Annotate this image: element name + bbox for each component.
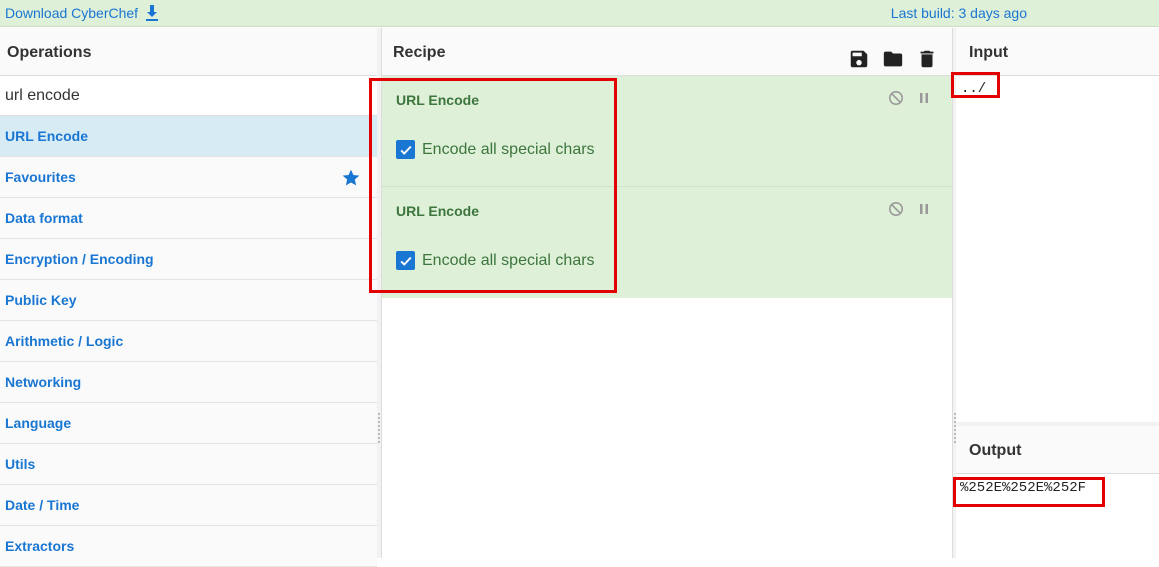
download-label[interactable]: Download CyberChef — [5, 5, 138, 21]
folder-icon[interactable] — [882, 41, 904, 67]
category-arithmetic-logic[interactable]: Arithmetic / Logic — [0, 321, 377, 362]
recipe-op-arg[interactable]: Encode all special chars — [396, 251, 595, 270]
category-favourites[interactable]: Favourites — [0, 157, 377, 198]
operations-title: Operations — [0, 28, 377, 76]
arg-label: Encode all special chars — [422, 251, 595, 269]
output-value[interactable]: %252E%252E%252F — [960, 480, 1086, 496]
operations-search-input[interactable] — [5, 86, 365, 105]
recipe-op-name: URL Encode — [396, 203, 479, 219]
recipe-op-arg[interactable]: Encode all special chars — [396, 140, 595, 159]
category-label[interactable]: Arithmetic / Logic — [5, 333, 123, 349]
category-label[interactable]: Favourites — [5, 169, 76, 185]
category-extractors[interactable]: Extractors — [0, 526, 377, 567]
pause-icon[interactable] — [916, 90, 932, 106]
input-title: Input — [956, 28, 1159, 76]
last-build-text: Last build: 3 days ago — [890, 5, 1027, 21]
pause-icon[interactable] — [916, 201, 932, 217]
category-data-format[interactable]: Data format — [0, 198, 377, 239]
op-item-url-encode[interactable]: URL Encode — [0, 116, 377, 157]
recipe-op-controls — [888, 201, 932, 217]
checkbox-checked-icon[interactable] — [396, 251, 415, 270]
recipe-op-name: URL Encode — [396, 92, 479, 108]
arg-label: Encode all special chars — [422, 140, 595, 158]
checkbox-checked-icon[interactable] — [396, 140, 415, 159]
category-utils[interactable]: Utils — [0, 444, 377, 485]
category-language[interactable]: Language — [0, 403, 377, 444]
recipe-op[interactable]: URL Encode Encode all special chars — [382, 76, 952, 187]
download-icon[interactable] — [144, 4, 160, 22]
io-panel: Input ../ Output %252E%252E%252F — [956, 28, 1159, 558]
recipe-title: Recipe — [393, 44, 446, 61]
top-banner: Download CyberChef Last build: 3 days ag… — [0, 0, 1159, 27]
save-icon[interactable] — [848, 41, 870, 68]
category-date-time[interactable]: Date / Time — [0, 485, 377, 526]
recipe-list: URL Encode Encode all special chars URL … — [382, 76, 952, 298]
recipe-toolbar — [848, 41, 938, 68]
input-textarea[interactable]: ../ — [956, 76, 1159, 426]
recipe-header: Recipe — [382, 28, 952, 76]
trash-icon[interactable] — [916, 41, 938, 68]
op-item-label[interactable]: URL Encode — [5, 128, 88, 144]
operations-panel: Operations URL Encode Favourites Data fo… — [0, 28, 377, 567]
category-label[interactable]: Public Key — [5, 292, 77, 308]
gutter-grip[interactable] — [378, 413, 380, 443]
category-encryption-encoding[interactable]: Encryption / Encoding — [0, 239, 377, 280]
category-label[interactable]: Encryption / Encoding — [5, 251, 154, 267]
disable-icon[interactable] — [888, 201, 904, 217]
input-value[interactable]: ../ — [961, 81, 986, 97]
category-networking[interactable]: Networking — [0, 362, 377, 403]
category-label[interactable]: Networking — [5, 374, 81, 390]
output-title: Output — [956, 426, 1159, 474]
recipe-panel: Recipe URL Encode Encode all special cha… — [381, 28, 953, 558]
disable-icon[interactable] — [888, 90, 904, 106]
category-public-key[interactable]: Public Key — [0, 280, 377, 321]
category-label[interactable]: Data format — [5, 210, 83, 226]
download-link[interactable]: Download CyberChef — [5, 4, 160, 22]
operations-search[interactable] — [0, 76, 377, 116]
recipe-op[interactable]: URL Encode Encode all special chars — [382, 187, 952, 298]
category-label[interactable]: Language — [5, 415, 71, 431]
category-label[interactable]: Date / Time — [5, 497, 79, 513]
category-label[interactable]: Utils — [5, 456, 35, 472]
category-label[interactable]: Extractors — [5, 538, 74, 554]
recipe-op-controls — [888, 90, 932, 106]
star-icon — [342, 169, 360, 186]
